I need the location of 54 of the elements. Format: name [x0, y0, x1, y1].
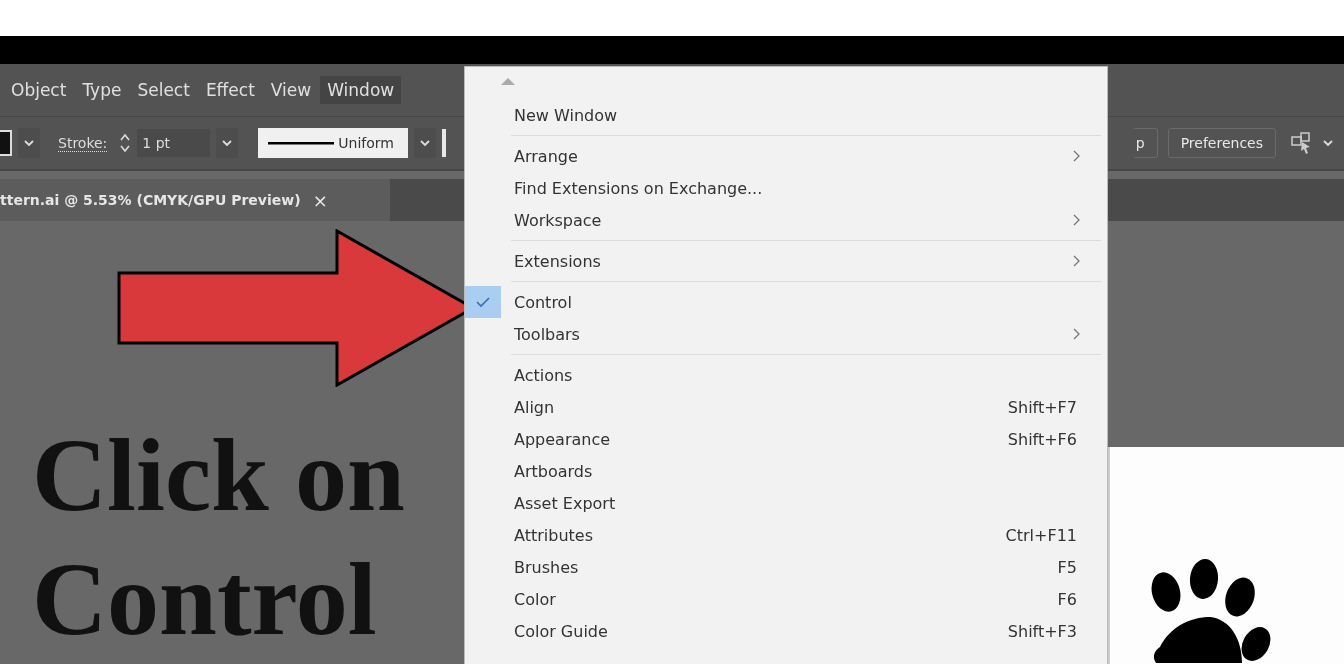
dropdown-button[interactable]: [18, 128, 40, 158]
shortcut-text: Shift+F6: [1007, 429, 1077, 449]
preferences-button[interactable]: Preferences: [1167, 128, 1276, 158]
chevron-down-icon: [221, 139, 234, 147]
shortcut-text: F5: [1057, 557, 1077, 577]
menu-item[interactable]: Extensions: [465, 245, 1107, 277]
chevron-down-icon: [1322, 139, 1334, 147]
arrange-button[interactable]: [1290, 131, 1334, 155]
profile-dropdown[interactable]: Uniform: [258, 128, 409, 158]
menu-item[interactable]: Effect: [198, 76, 262, 104]
menu-item[interactable]: Type: [75, 76, 129, 104]
menu-item[interactable]: Color F6: [465, 583, 1107, 615]
document-tab[interactable]: ttern.ai @ 5.53% (CMYK/GPU Preview) ×: [0, 179, 390, 221]
chevron-down-icon: [23, 139, 35, 147]
toolbar-field[interactable]: [442, 129, 447, 157]
menu-item[interactable]: Appearance Shift+F6: [465, 423, 1107, 455]
menu-item[interactable]: Artboards: [465, 455, 1107, 487]
menu-item[interactable]: Color Guide Shift+F3: [465, 615, 1107, 647]
menu-item[interactable]: Workspace: [465, 204, 1107, 236]
menu-item[interactable]: Actions: [465, 359, 1107, 391]
shortcut-text: Ctrl+F11: [1005, 525, 1077, 545]
heading-text: Control: [32, 540, 378, 658]
menu-item[interactable]: Arrange: [465, 140, 1107, 172]
shortcut-text: F6: [1057, 589, 1077, 609]
up-down-icon: [119, 132, 132, 154]
tab-title: ttern.ai @ 5.53% (CMYK/GPU Preview): [0, 192, 301, 208]
stroke-weight-field[interactable]: 1 pt: [137, 129, 211, 157]
scroll-up-icon: [501, 77, 515, 85]
toolbar-button[interactable]: p: [1133, 128, 1158, 158]
line-icon: [268, 140, 335, 146]
menu-item[interactable]: Object: [4, 76, 74, 104]
spinner-arrows[interactable]: [119, 132, 132, 154]
menu-item[interactable]: Align Shift+F7: [465, 391, 1107, 423]
menu-item[interactable]: Window: [320, 76, 402, 104]
close-button[interactable]: ×: [312, 189, 328, 211]
profile-label: Uniform: [338, 135, 394, 151]
checkmark-icon: [476, 296, 490, 308]
menu-item[interactable]: View: [263, 76, 319, 104]
fill-swatch[interactable]: [0, 130, 12, 156]
shortcut-text: Shift+F7: [1007, 397, 1077, 417]
chevron-down-icon: [419, 139, 432, 147]
menu-item[interactable]: Toolbars: [465, 318, 1107, 350]
shortcut-text: Shift+F3: [1007, 621, 1077, 641]
menu-item[interactable]: Control: [465, 286, 1107, 318]
dropdown-button[interactable]: [414, 128, 437, 158]
menu-item[interactable]: Attributes Ctrl+F11: [465, 519, 1107, 551]
menu-item[interactable]: Asset Export: [465, 487, 1107, 519]
menu-item[interactable]: Select: [130, 76, 197, 104]
menu-item[interactable]: New Window: [465, 99, 1107, 131]
dropdown-button[interactable]: [216, 128, 239, 158]
heading-text: Click on: [32, 416, 405, 534]
stroke-label[interactable]: Stroke:: [58, 134, 108, 152]
menu-item[interactable]: Find Extensions on Exchange...: [465, 172, 1107, 204]
menu-item[interactable]: Brushes F5: [465, 551, 1107, 583]
